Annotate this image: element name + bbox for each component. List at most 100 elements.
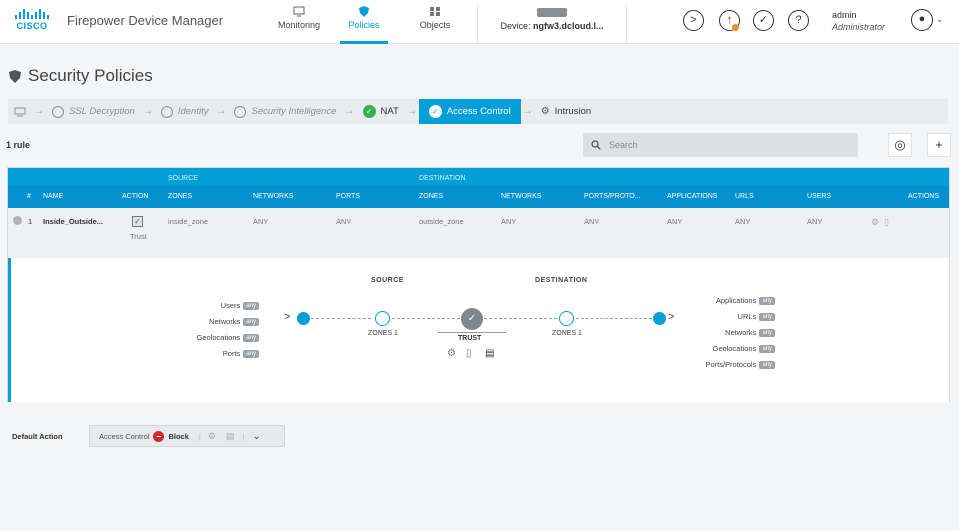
any-badge: any	[759, 360, 775, 369]
tab-monitoring-label: Monitoring	[277, 20, 321, 30]
default-action-prefix: Access Control	[99, 431, 150, 441]
step-arrow-icon: →	[216, 106, 227, 117]
security-shield-icon	[9, 69, 21, 83]
device-selector[interactable]: Device: ngfw3.dcloud.l...	[477, 4, 627, 44]
flow-line	[311, 318, 371, 319]
flow-right-item: Applications any	[716, 296, 775, 305]
divider: |	[198, 431, 201, 441]
cli-console-icon[interactable]: >	[683, 10, 704, 31]
flow-end-node	[653, 312, 666, 325]
block-icon: –	[153, 430, 165, 442]
flow-source-label: SOURCE	[371, 277, 404, 284]
group-header-source: SOURCE	[168, 175, 198, 182]
cisco-logo[interactable]: CISCO	[10, 9, 54, 35]
rule-src-ports[interactable]: ANY	[336, 217, 351, 226]
chevron-down-icon[interactable]: ⌄	[936, 14, 944, 25]
monitoring-icon	[293, 6, 305, 17]
check-icon: ✓	[428, 105, 442, 118]
rule-users[interactable]: ANY	[807, 217, 822, 226]
search-icon	[591, 140, 601, 150]
user-name[interactable]: admin	[832, 10, 857, 20]
src-zones-node[interactable]	[375, 311, 390, 326]
rule-count: 1 rule	[6, 140, 31, 150]
flow-left-item: Users any	[221, 301, 259, 310]
step-nat[interactable]: ✓ NAT	[357, 99, 405, 124]
rule-name[interactable]: Inside_Outside...	[43, 217, 103, 226]
column-header: URLS	[735, 193, 754, 200]
step-label: Access Control	[446, 106, 511, 117]
overview-icon	[14, 107, 26, 116]
rule-applications[interactable]: ANY	[667, 217, 682, 226]
cisco-logo-bars-icon	[10, 9, 54, 19]
tasks-icon[interactable]: ✓	[753, 10, 774, 31]
any-badge: any	[243, 301, 259, 310]
intrusion-icon: ⚙	[540, 106, 550, 117]
rule-dst-networks[interactable]: ANY	[501, 217, 516, 226]
flow-item-label: Geolocations	[712, 344, 757, 353]
column-header: ZONES	[419, 193, 444, 200]
step-intrusion[interactable]: ⚙ Intrusion	[535, 99, 597, 124]
user-avatar-icon[interactable]: ●	[911, 9, 933, 31]
step-security-intelligence[interactable]: Security Intelligence	[228, 99, 342, 124]
intrusion-policy-icon[interactable]: ⚙	[871, 217, 879, 228]
any-badge: any	[243, 349, 259, 358]
step-circle-icon	[234, 105, 247, 118]
tab-objects-label: Objects	[419, 20, 451, 30]
row-expand-toggle-icon[interactable]	[13, 216, 22, 225]
hit-count-button[interactable]: ◎	[888, 133, 912, 157]
user-role: Administrator	[832, 22, 886, 32]
file-policy-icon[interactable]: ▯	[466, 348, 472, 359]
step-arrow-icon: →	[142, 106, 153, 117]
rule-action: Trust	[130, 232, 147, 241]
chevron-down-icon[interactable]: ⌄	[252, 431, 260, 442]
intrusion-policy-icon[interactable]: ⚙	[208, 431, 216, 442]
step-overview[interactable]	[8, 99, 32, 124]
table-row[interactable]: 1 Inside_Outside... ✓ Trust inside_zone …	[8, 208, 949, 258]
logging-icon[interactable]: ▤	[226, 431, 235, 442]
tab-policies[interactable]: Policies	[340, 4, 388, 44]
logging-icon[interactable]: ▤	[485, 348, 494, 359]
step-label: Security Intelligence	[251, 106, 337, 117]
rule-flow-panel: SOURCE DESTINATION Users any Networks any …	[8, 258, 949, 402]
help-icon[interactable]: ?	[788, 10, 809, 31]
rule-dst-ports[interactable]: ANY	[584, 217, 599, 226]
add-rule-button[interactable]: +	[927, 133, 951, 157]
flow-item-label: Ports	[222, 349, 241, 358]
flow-item-label: URLs	[737, 312, 757, 321]
rule-src-networks[interactable]: ANY	[253, 217, 268, 226]
step-label: NAT	[380, 106, 399, 117]
dst-zones-node[interactable]	[559, 311, 574, 326]
column-header: USERS	[807, 193, 832, 200]
flow-item-label: Networks	[209, 317, 241, 326]
tab-objects[interactable]: Objects	[413, 4, 457, 44]
search-input[interactable]: Search	[583, 133, 858, 157]
rule-urls[interactable]: ANY	[735, 217, 750, 226]
default-action-selector[interactable]: Access Control – Block | ⚙ ▤ | ⌄	[89, 425, 285, 447]
intrusion-policy-icon[interactable]: ⚙	[447, 348, 456, 359]
row-number: 1	[28, 217, 33, 226]
flow-item-label: Ports/Protocols	[705, 360, 757, 369]
step-arrow-icon: →	[344, 106, 355, 117]
column-header[interactable]: NAME	[43, 193, 63, 200]
file-policy-icon[interactable]: ▯	[884, 217, 889, 228]
step-label: SSL Decryption	[69, 106, 135, 117]
flow-item-label: Users	[220, 301, 241, 310]
step-arrow-icon: →	[522, 106, 533, 117]
flow-arrow-out-icon: >	[668, 311, 675, 323]
rule-src-zones[interactable]: inside_zone	[168, 217, 208, 226]
column-header: NETWORKS	[253, 193, 294, 200]
flow-line	[484, 318, 557, 319]
any-badge: any	[243, 333, 259, 342]
column-header: #	[27, 193, 31, 200]
any-badge: any	[759, 296, 775, 305]
step-circle-icon	[160, 105, 173, 118]
step-identity[interactable]: Identity	[155, 99, 215, 124]
rule-dst-zones[interactable]: outside_zone	[419, 217, 464, 226]
device-label: Device:	[500, 21, 531, 31]
flow-item-label: Networks	[725, 328, 757, 337]
group-header-destination: DESTINATION	[419, 175, 466, 182]
step-circle-icon	[52, 105, 64, 118]
step-access-control[interactable]: ✓ Access Control	[418, 99, 521, 124]
tab-monitoring[interactable]: Monitoring	[272, 4, 326, 44]
step-ssl-decryption[interactable]: SSL Decryption	[46, 99, 141, 124]
